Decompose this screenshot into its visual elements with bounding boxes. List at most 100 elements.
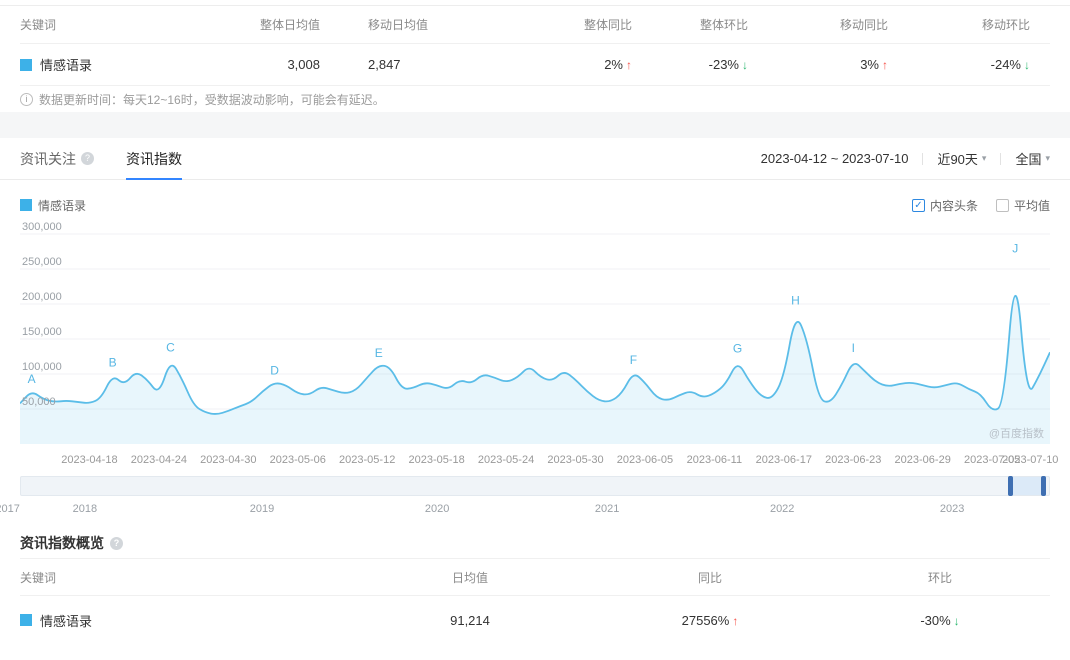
svg-text:50,000: 50,000 <box>22 396 56 408</box>
svg-text:A: A <box>28 372 36 386</box>
trend-down-icon: ↓ <box>1024 58 1030 72</box>
overall-mom-value: -23% ↓ <box>708 57 748 72</box>
x-axis-tick-label: 2023-04-18 <box>61 454 118 466</box>
chart-x-axis: 2023-04-18 2023-04-24 2023-04-30 2023-05-06… <box>20 448 1058 472</box>
svg-text:F: F <box>630 353 637 367</box>
average-checkbox[interactable]: 平均值 <box>995 197 1050 214</box>
svg-text:I: I <box>852 341 855 355</box>
series-color-swatch <box>20 614 32 626</box>
col-overall-daily-avg: 整体日均值 <box>260 18 321 32</box>
mom-value: -30% ↓ <box>920 612 960 628</box>
headline-checkbox[interactable]: 内容头条 <box>911 197 978 214</box>
x-axis-tick-label: 2023-06-23 <box>825 454 882 466</box>
overview-title: 资讯指数概览 <box>20 528 1050 558</box>
year-tick-label: 2017 <box>0 503 20 515</box>
chevron-down-icon <box>1045 153 1050 164</box>
svg-text:B: B <box>109 356 117 370</box>
col-overall-yoy: 整体同比 <box>583 18 632 32</box>
help-icon[interactable] <box>110 536 123 550</box>
chart-filters: 2023-04-12 ~ 2023-07-10 近90天 全国 <box>761 149 1050 168</box>
year-tick-label: 2023 <box>939 503 965 515</box>
chart-legend-row: 情感语录 内容头条 平均值 <box>20 192 1050 218</box>
divider <box>922 152 924 165</box>
x-axis-tick-label: 2023-05-12 <box>339 454 396 466</box>
daily-avg-value: 91,214 <box>450 612 490 628</box>
tab-news-attention[interactable]: 资讯关注 <box>20 138 94 179</box>
slider-left-handle[interactable] <box>1007 476 1013 496</box>
period-dropdown[interactable]: 近90天 <box>937 149 986 168</box>
col-yoy: 同比 <box>697 570 722 585</box>
year-tick-label: 2019 <box>249 503 275 515</box>
svg-text:G: G <box>733 342 742 356</box>
col-mobile-mom: 移动环比 <box>981 18 1030 32</box>
col-overall-mom: 整体环比 <box>699 18 748 32</box>
mobile-yoy-value: 3% ↑ <box>860 57 888 72</box>
news-index-overview-section: 资讯指数概览 关键词 日均值 同比 环比 情感语录 91,214 27556%↑… <box>0 528 1070 644</box>
x-axis-tick-label: 2023-07-10 <box>1002 454 1059 466</box>
tab-news-index[interactable]: 资讯指数 <box>126 138 182 180</box>
help-icon[interactable] <box>81 152 94 165</box>
col-keyword: 关键词 <box>20 570 57 585</box>
overview-table-header: 关键词 日均值 同比 环比 <box>20 558 1050 596</box>
checkbox-unchecked-icon[interactable] <box>995 198 1009 212</box>
svg-text:@百度指数: @百度指数 <box>989 426 1044 440</box>
trend-down-icon: ↓ <box>953 613 960 628</box>
svg-text:H: H <box>791 293 800 307</box>
region-dropdown[interactable]: 全国 <box>1015 149 1050 168</box>
tabs-bar: 资讯关注 资讯指数 2023-04-12 ~ 2023-07-10 近90天 全… <box>0 138 1070 180</box>
keyword-label: 情感语录 <box>40 58 93 73</box>
mobile-daily-avg-value: 2,847 <box>368 57 401 72</box>
overall-daily-avg-value: 3,008 <box>287 57 320 72</box>
section-divider <box>0 112 1070 138</box>
col-keyword: 关键词 <box>20 18 57 32</box>
data-update-note: 数据更新时间：每天12~16时，受数据波动影响，可能会有延迟。 <box>20 86 1050 112</box>
keyword-stats-section: 关键词 整体日均值 移动日均值 整体同比 整体环比 移动同比 移动环比 情感语录… <box>0 5 1070 112</box>
svg-text:C: C <box>166 340 175 354</box>
keyword-cell: 情感语录 <box>20 611 350 630</box>
x-axis-tick-label: 2023-05-30 <box>547 454 604 466</box>
baidu-index-page: 关键词 整体日均值 移动日均值 整体同比 整体环比 移动同比 移动环比 情感语录… <box>0 5 1070 660</box>
year-tick-label: 2022 <box>769 503 795 515</box>
stats-table-row: 情感语录 3,008 2,847 2% ↑ -23% ↓ 3% ↑ -24% ↓ <box>20 44 1050 86</box>
news-index-section: 资讯关注 资讯指数 2023-04-12 ~ 2023-07-10 近90天 全… <box>0 138 1070 522</box>
svg-text:250,000: 250,000 <box>22 256 62 268</box>
col-daily-avg: 日均值 <box>451 570 488 585</box>
x-axis-tick-label: 2023-06-17 <box>755 454 812 466</box>
chevron-down-icon <box>982 153 987 164</box>
checkbox-checked-icon[interactable] <box>911 198 925 212</box>
svg-text:J: J <box>1012 242 1018 256</box>
col-mobile-daily-avg: 移动日均值 <box>368 18 429 32</box>
yoy-value: 27556% ↑ <box>681 612 739 628</box>
year-tick-label: 2020 <box>424 503 450 515</box>
year-tick-label: 2018 <box>72 503 98 515</box>
x-axis-tick-label: 2023-05-24 <box>477 454 535 466</box>
news-index-chart[interactable]: 300,000 250,000 200,000 150,000 100,000 50,00… <box>20 222 1058 472</box>
x-axis-tick-label: 2023-05-06 <box>269 454 326 466</box>
stats-table-header: 关键词 整体日均值 移动日均值 整体同比 整体环比 移动同比 移动环比 <box>20 6 1050 44</box>
x-axis-tick-label: 2023-06-11 <box>686 454 743 466</box>
x-axis-tick-label: 2023-04-30 <box>200 454 257 466</box>
series-color-swatch <box>20 58 32 71</box>
area-chart-canvas[interactable]: 300,000250,000200,000150,000100,00050,00… <box>20 222 1050 448</box>
date-range-label: 2023-04-12 ~ 2023-07-10 <box>760 151 909 166</box>
overview-table-row: 情感语录 91,214 27556% ↑ -30% ↓ <box>20 596 1050 644</box>
timeline-year-axis: 2017 2018 2019 2020 2021 2022 2023 <box>0 496 1050 522</box>
series-color-swatch <box>20 199 32 211</box>
series-name-label: 情感语录 <box>38 198 87 213</box>
chart-options: 内容头条 平均值 <box>911 197 1050 214</box>
x-axis-tick-label: 2023-06-05 <box>616 454 674 466</box>
info-icon <box>20 92 33 106</box>
svg-text:300,000: 300,000 <box>22 222 62 233</box>
svg-text:150,000: 150,000 <box>22 326 62 338</box>
keyword-cell: 情感语录 <box>20 55 260 74</box>
trend-up-icon: ↑ <box>732 613 739 628</box>
svg-text:200,000: 200,000 <box>22 291 62 303</box>
x-axis-tick-label: 2023-06-29 <box>894 454 951 466</box>
x-axis-tick-label: 2023-04-24 <box>130 454 188 466</box>
slider-right-handle[interactable] <box>1040 476 1046 496</box>
mobile-mom-value: -24% ↓ <box>990 57 1030 72</box>
timeline-slider[interactable] <box>20 476 1050 496</box>
year-tick-label: 2021 <box>594 503 620 515</box>
col-mom: 环比 <box>927 570 952 585</box>
svg-text:D: D <box>270 363 279 377</box>
